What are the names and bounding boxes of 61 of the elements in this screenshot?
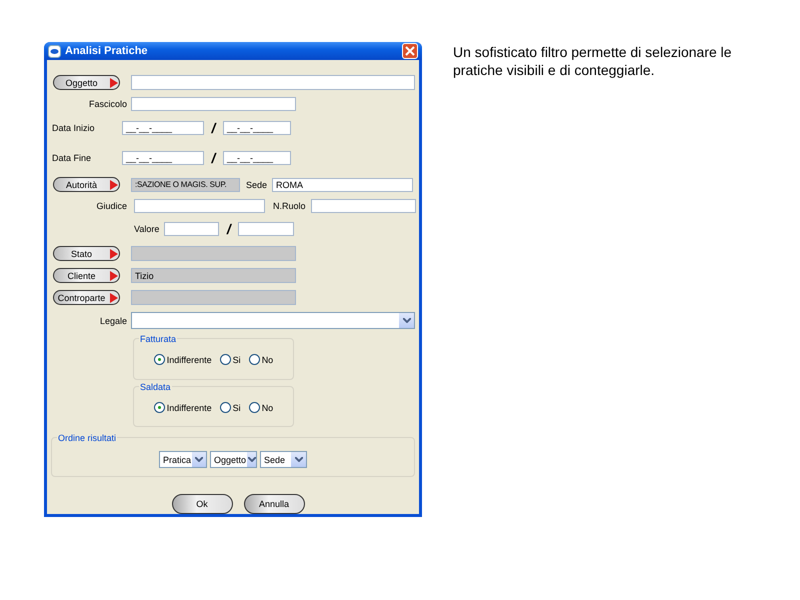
arrow-icon (110, 249, 118, 259)
input-field[interactable] (164, 222, 220, 236)
radio-button[interactable] (248, 354, 260, 365)
field-label: Data Fine (52, 153, 92, 163)
radio-button[interactable] (154, 402, 165, 413)
lookup-button[interactable]: Autorità (53, 177, 120, 192)
radio-button[interactable] (220, 402, 231, 413)
input-field[interactable] (310, 199, 416, 213)
group-title: Fatturata (139, 334, 178, 344)
arrow-icon (110, 180, 118, 190)
radio-label[interactable]: No (262, 402, 274, 412)
separator-text: / (226, 221, 233, 237)
radio-button[interactable] (154, 354, 165, 365)
field-label: Sede (246, 180, 268, 190)
input-field[interactable] (131, 290, 296, 305)
field-label: Giudice (95, 201, 127, 211)
sort-dropdown[interactable]: Sede (260, 451, 307, 468)
date-field[interactable]: __-__-____ (122, 121, 204, 135)
field-label: Data Inizio (52, 123, 96, 133)
radio-button[interactable] (248, 402, 260, 413)
group-title: Saldata (139, 382, 172, 392)
lookup-button[interactable]: Cliente (53, 268, 120, 283)
field-label: Fascicolo (88, 99, 127, 109)
input-field[interactable]: :SAZIONE O MAGIS. SUP. (131, 178, 240, 192)
separator-text: / (210, 150, 218, 166)
input-field[interactable] (131, 75, 415, 90)
arrow-icon (110, 78, 118, 88)
date-field[interactable]: __-__-____ (223, 151, 291, 165)
radio-label[interactable]: Indifferente (166, 354, 212, 364)
dropdown[interactable] (131, 312, 415, 329)
lookup-button[interactable]: Stato (53, 246, 120, 261)
input-field[interactable] (131, 97, 296, 111)
sort-dropdown[interactable]: Oggetto (210, 451, 257, 468)
separator-text: / (210, 120, 218, 136)
close-button[interactable] (402, 43, 418, 59)
input-field[interactable]: ROMA (272, 178, 414, 192)
lookup-button[interactable]: Oggetto (53, 75, 120, 90)
date-field[interactable]: __-__-____ (223, 121, 291, 135)
description-text: Un sofisticato filtro permette di selezionare le pratiche visibili e di conteggiarle. (453, 43, 733, 79)
arrow-icon (110, 293, 118, 303)
arrow-icon (110, 271, 118, 281)
date-field[interactable]: __-__-____ (122, 151, 204, 165)
input-field[interactable] (134, 199, 265, 213)
field-label: Legale (98, 316, 127, 326)
field-label: N.Ruolo (273, 201, 306, 211)
dialog-button[interactable]: Annulla (244, 494, 304, 514)
sort-dropdown[interactable]: Pratica (159, 451, 207, 468)
input-field[interactable] (238, 222, 294, 236)
radio-button[interactable] (220, 354, 231, 365)
radio-label[interactable]: Si (232, 402, 241, 412)
radio-label[interactable]: Si (232, 354, 241, 364)
input-field[interactable] (131, 246, 296, 261)
radio-label[interactable]: No (262, 354, 274, 364)
field-label: Valore (134, 224, 160, 234)
radio-label[interactable]: Indifferente (166, 402, 212, 412)
group-title: Ordine risultati (57, 433, 118, 443)
lookup-button[interactable]: Controparte (53, 290, 120, 305)
app-icon (48, 44, 61, 58)
window-title: Analisi Pratiche (65, 45, 149, 57)
dialog-button[interactable]: Ok (172, 494, 232, 514)
input-field[interactable]: Tizio (131, 268, 296, 283)
